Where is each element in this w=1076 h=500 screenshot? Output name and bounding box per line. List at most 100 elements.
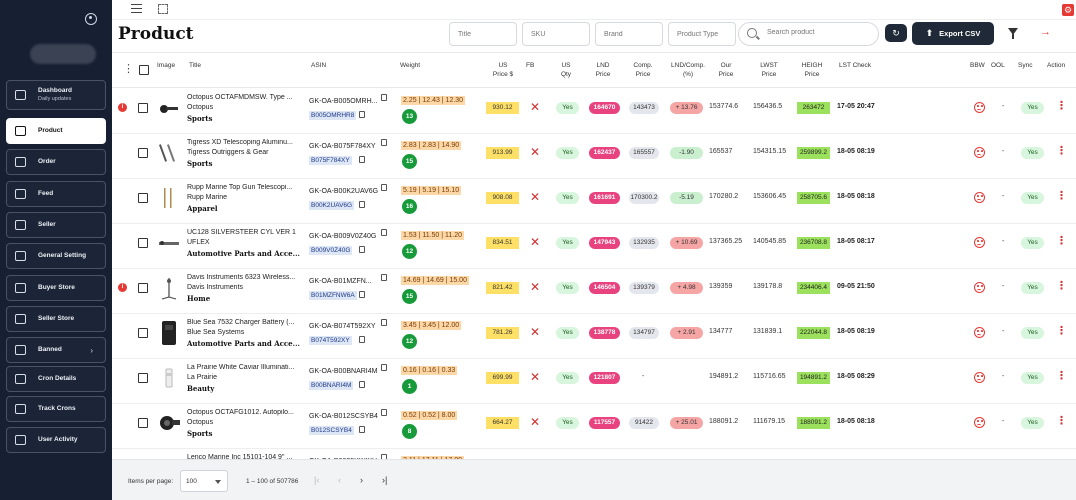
copy-icon[interactable]	[359, 336, 365, 343]
product-title[interactable]: Octopus OCTAFMDMSW. Type ...	[187, 94, 305, 101]
product-thumbnail[interactable]	[156, 320, 182, 346]
row-actions-kebab-icon[interactable]: ⋮	[1056, 144, 1067, 157]
row-actions-kebab-icon[interactable]: ⋮	[1056, 324, 1067, 337]
copy-icon[interactable]	[381, 229, 387, 236]
asin-link[interactable]: B00K2UAV6G	[309, 201, 355, 210]
sidebar-item-seller-store[interactable]: Seller Store	[6, 306, 106, 332]
copy-icon[interactable]	[359, 291, 365, 298]
asin-link[interactable]: B074T592XY	[309, 336, 352, 345]
product-type-filter-input[interactable]	[668, 22, 736, 46]
row-checkbox[interactable]	[138, 373, 148, 383]
menu-toggle-icon[interactable]	[131, 4, 142, 13]
asin-link[interactable]: B075F784XY	[309, 156, 352, 165]
sidebar-item-cron-details[interactable]: Cron Details	[6, 366, 106, 392]
copy-icon[interactable]	[381, 364, 387, 371]
col-bbw[interactable]: BBW	[970, 61, 985, 70]
refresh-button[interactable]: ↻	[885, 24, 907, 42]
export-csv-button[interactable]: ⬆ Export CSV	[912, 22, 994, 45]
sidebar-item-dashboard[interactable]: Dashboard Daily updates	[6, 80, 106, 110]
product-thumbnail[interactable]	[156, 275, 182, 301]
info-icon[interactable]: i	[118, 283, 127, 292]
sidebar-item-buyer-store[interactable]: Buyer Store	[6, 275, 106, 301]
sidebar-item-general-setting[interactable]: General Setting	[6, 243, 106, 269]
copy-icon[interactable]	[359, 201, 365, 208]
asin-link[interactable]: B00BNARI4M	[309, 381, 354, 390]
asin-link[interactable]: B012SCSYB4	[309, 426, 354, 435]
product-thumbnail[interactable]	[156, 410, 182, 436]
sidebar-item-seller[interactable]: Seller	[6, 212, 106, 238]
row-checkbox[interactable]	[138, 328, 148, 338]
row-checkbox[interactable]	[138, 418, 148, 428]
row-checkbox[interactable]	[138, 103, 148, 113]
copy-icon[interactable]	[381, 94, 387, 101]
copy-icon[interactable]	[381, 139, 387, 146]
col-lnd-comp-ratio[interactable]: LND/Comp. (%)	[669, 61, 707, 79]
col-lst-check[interactable]: LST Check	[839, 61, 871, 70]
row-checkbox[interactable]	[138, 148, 148, 158]
copy-icon[interactable]	[381, 319, 387, 326]
col-comp-price[interactable]: Comp. Price	[630, 61, 656, 79]
copy-icon[interactable]	[381, 184, 387, 191]
product-title[interactable]: Blue Sea 7532 Charger Battery (...	[187, 319, 305, 326]
product-thumbnail[interactable]	[156, 185, 182, 211]
product-title[interactable]: Octopus OCTAFG1012. Autopilo...	[187, 409, 305, 416]
row-checkbox[interactable]	[138, 283, 148, 293]
product-thumbnail[interactable]	[156, 140, 182, 166]
col-title[interactable]: Title	[189, 61, 201, 70]
product-thumbnail[interactable]	[156, 365, 182, 391]
settings-gear-icon[interactable]: ⚙	[1062, 4, 1074, 16]
copy-icon[interactable]	[381, 274, 387, 281]
row-actions-kebab-icon[interactable]: ⋮	[1056, 234, 1067, 247]
asin-link[interactable]: B009V0Z40G	[309, 246, 353, 255]
asin-link[interactable]: B005OMRHR8	[309, 111, 357, 120]
col-lwst-price[interactable]: LWST Price	[758, 61, 780, 79]
sidebar-item-order[interactable]: Order	[6, 149, 106, 175]
row-actions-kebab-icon[interactable]: ⋮	[1056, 369, 1067, 382]
col-sync[interactable]: Sync	[1018, 61, 1032, 70]
sidebar-item-feed[interactable]: Feed	[6, 181, 106, 207]
items-per-page-select[interactable]: 100	[180, 470, 228, 492]
col-us-price[interactable]: US Price $	[488, 61, 518, 79]
col-weight[interactable]: Weight	[400, 61, 420, 70]
copy-icon[interactable]	[359, 246, 365, 253]
copy-icon[interactable]	[359, 381, 365, 388]
product-title[interactable]: UC128 SILVERSTEER CYL VER 1	[187, 229, 305, 236]
col-ool[interactable]: OOL	[991, 61, 1005, 70]
product-title[interactable]: Davis Instruments 6323 Wireless...	[187, 274, 305, 281]
fullscreen-icon[interactable]	[158, 4, 168, 14]
brand-filter-input[interactable]	[595, 22, 663, 46]
sku-filter-input[interactable]	[522, 22, 590, 46]
first-page-button[interactable]: |‹	[314, 475, 319, 485]
copy-icon[interactable]	[359, 426, 365, 433]
column-menu-icon[interactable]	[123, 62, 134, 75]
previous-page-button[interactable]: ‹	[338, 475, 341, 485]
user-account-icon[interactable]	[85, 13, 97, 25]
product-title[interactable]: Rupp Marine Top Gun Telescopi...	[187, 184, 305, 191]
filter-funnel-icon[interactable]	[1008, 28, 1018, 39]
col-fb[interactable]: FB	[526, 61, 534, 70]
row-actions-kebab-icon[interactable]: ⋮	[1056, 414, 1067, 427]
copy-icon[interactable]	[359, 156, 365, 163]
title-filter-input[interactable]	[449, 22, 517, 46]
copy-icon[interactable]	[359, 111, 365, 118]
row-actions-kebab-icon[interactable]: ⋮	[1056, 279, 1067, 292]
last-page-button[interactable]: ›|	[382, 475, 387, 485]
sidebar-item-user-activity[interactable]: User Activity	[6, 427, 106, 453]
product-thumbnail[interactable]	[156, 230, 182, 256]
row-actions-kebab-icon[interactable]: ⋮	[1056, 99, 1067, 112]
row-checkbox[interactable]	[138, 193, 148, 203]
sidebar-item-product[interactable]: Product	[6, 118, 106, 144]
product-title[interactable]: Tigress XD Telescoping Aluminu...	[187, 139, 305, 146]
select-all-checkbox[interactable]	[139, 65, 149, 75]
col-asin[interactable]: ASIN	[311, 61, 326, 70]
next-page-button[interactable]: ›	[360, 475, 363, 485]
info-icon[interactable]: i	[118, 103, 127, 112]
sidebar-item-banned[interactable]: Banned ›	[6, 337, 106, 363]
product-thumbnail[interactable]	[156, 95, 182, 121]
col-our-price[interactable]: Our Price	[715, 61, 737, 79]
arrow-right-icon[interactable]: →	[1040, 26, 1051, 38]
row-checkbox[interactable]	[138, 238, 148, 248]
copy-icon[interactable]	[381, 409, 387, 416]
col-us-qty[interactable]: US Qty	[557, 61, 575, 79]
product-title[interactable]: La Prairie White Caviar Illuminati...	[187, 364, 305, 371]
